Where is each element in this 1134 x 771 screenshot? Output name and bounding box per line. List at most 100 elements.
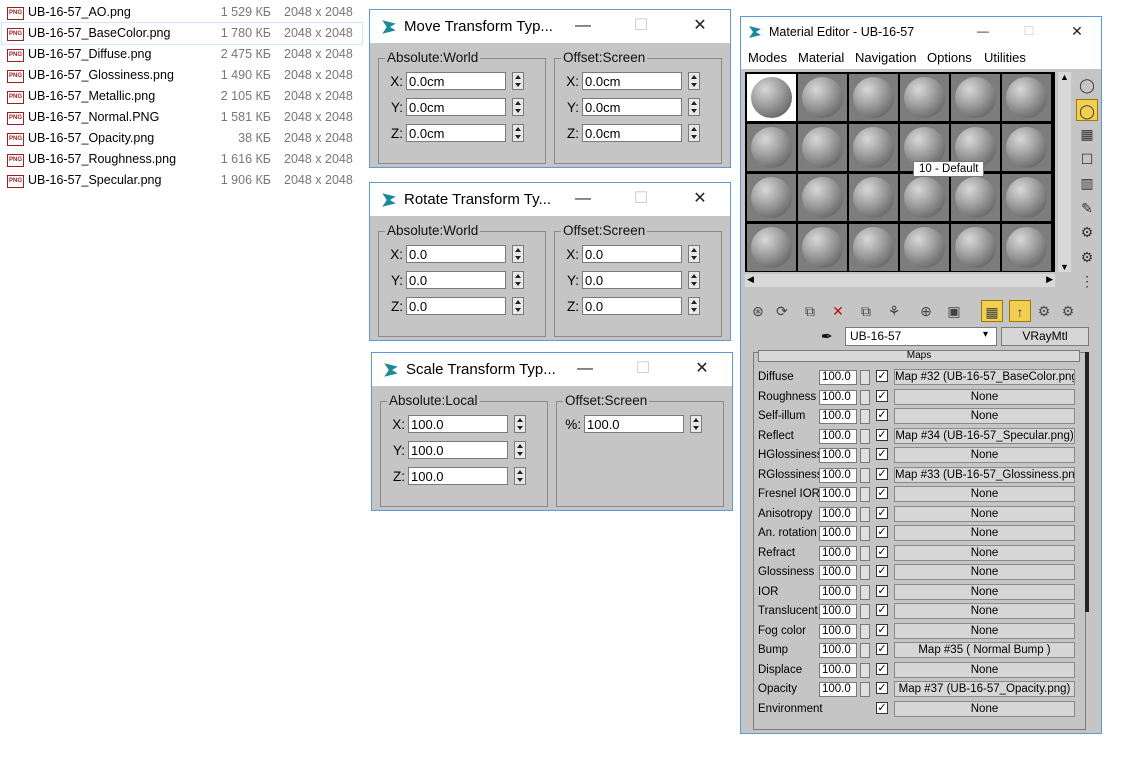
coord-input[interactable]: 0.0cm	[406, 98, 506, 116]
material-slot[interactable]	[1002, 174, 1051, 221]
close-button[interactable]: ✕	[685, 357, 719, 381]
material-slot[interactable]	[747, 124, 796, 171]
spinner-icon[interactable]	[688, 245, 700, 263]
spinner-icon[interactable]	[860, 428, 870, 444]
spinner-icon[interactable]	[860, 370, 870, 385]
show-map-icon[interactable]: ▣	[943, 300, 965, 322]
map-enable-checkbox[interactable]: ✓	[876, 662, 888, 675]
maximize-button[interactable]: ☐	[1012, 19, 1046, 43]
map-enable-checkbox[interactable]: ✓	[876, 487, 888, 499]
spinner-icon[interactable]	[512, 72, 524, 90]
background-icon[interactable]: ▦	[1076, 123, 1098, 145]
map-enable-checkbox[interactable]: ✓	[876, 604, 888, 616]
map-enable-checkbox[interactable]: ✓	[876, 643, 888, 655]
spinner-icon[interactable]	[860, 623, 870, 639]
material-slot[interactable]	[951, 224, 1000, 271]
spinner-icon[interactable]	[512, 297, 524, 315]
map-slot-button[interactable]: None	[894, 661, 1075, 678]
spinner-icon[interactable]	[860, 487, 870, 502]
scroll-right-icon[interactable]: ▶	[1046, 274, 1053, 285]
coord-input[interactable]: 0.0	[406, 271, 506, 289]
rollout-scrollbar[interactable]	[1085, 352, 1089, 612]
coord-input[interactable]: 0.0	[406, 245, 506, 263]
map-enable-checkbox[interactable]: ✓	[876, 623, 888, 636]
material-slot[interactable]	[900, 74, 949, 121]
map-slot-button[interactable]: None	[894, 388, 1075, 405]
spinner-icon[interactable]	[860, 409, 870, 424]
close-button[interactable]: ✕	[683, 14, 717, 38]
go-to-parent-icon[interactable]: ↑	[1009, 300, 1031, 322]
material-slot[interactable]	[798, 74, 847, 121]
menu-navigation[interactable]: Navigation	[855, 50, 916, 65]
video-color-check-icon[interactable]: ▥	[1076, 172, 1098, 194]
spinner-icon[interactable]	[688, 297, 700, 315]
map-amount-input[interactable]: 100.0	[819, 409, 857, 424]
material-slot[interactable]	[1002, 224, 1051, 271]
map-amount-input[interactable]: 100.0	[819, 643, 857, 658]
spinner-icon[interactable]	[860, 389, 870, 405]
backlight-icon[interactable]: ◯	[1076, 99, 1098, 121]
chevron-down-icon[interactable]: ▾	[983, 329, 988, 340]
file-row[interactable]: PNG UB-16-57_Normal.PNG 1 581 КБ 2048 x 204…	[2, 107, 362, 128]
select-by-material-icon[interactable]: ⚙	[1076, 246, 1098, 268]
material-slot[interactable]	[849, 174, 898, 221]
spinner-icon[interactable]	[860, 506, 870, 522]
spinner-icon[interactable]	[514, 441, 526, 459]
map-enable-checkbox[interactable]: ✓	[876, 584, 888, 597]
map-enable-checkbox[interactable]: ✓	[876, 565, 888, 577]
scroll-up-icon[interactable]: ▲	[1060, 72, 1069, 82]
file-row[interactable]: PNG UB-16-57_Diffuse.png 2 475 КБ 2048 x 20…	[2, 44, 362, 65]
file-row[interactable]: PNG UB-16-57_BaseColor.png 1 780 КБ 2048 x …	[1, 22, 363, 45]
file-row[interactable]: PNG UB-16-57_Specular.png 1 906 КБ 2048 x 2…	[2, 170, 362, 191]
maximize-button[interactable]: ☐	[626, 357, 660, 381]
map-slot-button[interactable]: None	[894, 544, 1075, 561]
maximize-button[interactable]: ☐	[624, 187, 658, 211]
options-icon[interactable]: ⚙	[1076, 221, 1098, 243]
file-row[interactable]: PNG UB-16-57_Opacity.png 38 КБ 2048 x 2048	[2, 128, 362, 149]
map-amount-input[interactable]: 100.0	[819, 370, 857, 385]
material-slot[interactable]	[849, 74, 898, 121]
spinner-icon[interactable]	[512, 245, 524, 263]
spinner-icon[interactable]	[688, 271, 700, 289]
spinner-icon[interactable]	[860, 545, 870, 561]
get-material-icon[interactable]: ⊛	[747, 300, 769, 322]
spinner-icon[interactable]	[688, 98, 700, 116]
put-to-scene-icon[interactable]: ⟳	[771, 300, 793, 322]
menu-modes[interactable]: Modes	[748, 50, 787, 65]
sample-type-icon[interactable]: ◯	[1076, 74, 1098, 96]
coord-input[interactable]: 100.0	[584, 415, 684, 433]
material-map-navigator-icon[interactable]: ⋮	[1076, 270, 1098, 292]
spinner-icon[interactable]	[514, 415, 526, 433]
map-enable-checkbox[interactable]: ✓	[876, 409, 888, 421]
spinner-icon[interactable]	[860, 448, 870, 463]
map-enable-checkbox[interactable]: ✓	[876, 467, 888, 480]
material-slot[interactable]	[900, 224, 949, 271]
spinner-icon[interactable]	[512, 124, 524, 142]
menu-options[interactable]: Options	[927, 50, 972, 65]
minimize-button[interactable]: —	[966, 19, 1000, 43]
spinner-icon[interactable]	[860, 526, 870, 541]
menu-utilities[interactable]: Utilities	[984, 50, 1026, 65]
map-amount-input[interactable]: 100.0	[819, 428, 857, 444]
coord-input[interactable]: 0.0cm	[582, 124, 682, 142]
spinner-icon[interactable]	[512, 271, 524, 289]
map-amount-input[interactable]: 100.0	[819, 565, 857, 580]
spinner-icon[interactable]	[514, 467, 526, 485]
material-slot[interactable]	[951, 174, 1000, 221]
map-slot-button[interactable]: None	[894, 505, 1075, 522]
map-slot-button[interactable]: None	[894, 622, 1075, 639]
spinner-icon[interactable]	[512, 98, 524, 116]
map-slot-button[interactable]: Map #32 (UB-16-57_BaseColor.png)	[894, 369, 1075, 385]
go-forward-icon[interactable]: ⚙	[1033, 300, 1055, 322]
scroll-down-icon[interactable]: ▼	[1060, 262, 1069, 272]
material-slot[interactable]	[1002, 124, 1051, 171]
map-amount-input[interactable]: 100.0	[819, 584, 857, 600]
map-amount-input[interactable]: 100.0	[819, 506, 857, 522]
coord-input[interactable]: 0.0	[582, 271, 682, 289]
coord-input[interactable]: 100.0	[408, 415, 508, 433]
coord-input[interactable]: 100.0	[408, 441, 508, 459]
map-enable-checkbox[interactable]: ✓	[876, 526, 888, 538]
map-amount-input[interactable]: 100.0	[819, 662, 857, 678]
map-slot-button[interactable]: None	[894, 408, 1075, 424]
spinner-icon[interactable]	[860, 604, 870, 619]
